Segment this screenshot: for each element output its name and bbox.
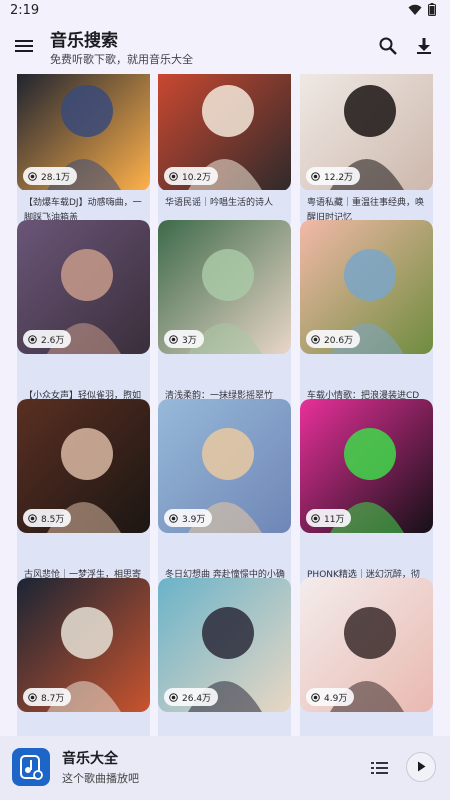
playlist-cover[interactable]: 3.9万	[158, 399, 291, 533]
app-bar: 音乐搜索 免费听歌下歌，就用音乐大全	[0, 22, 450, 74]
play-count: 20.6万	[324, 335, 354, 346]
playlist-card[interactable]: 12.2万 粤语私藏｜重温往事经典，唤醒旧时记忆	[300, 74, 433, 231]
play-count-icon	[28, 692, 37, 702]
status-icons	[408, 3, 436, 16]
play-count-badge: 2.6万	[23, 330, 72, 348]
playlist-card[interactable]: 8.7万欧美R&B｜坐拥晚霞听浪漫回声	[17, 578, 150, 736]
play-count: 12.2万	[324, 172, 354, 183]
play-count-icon	[311, 334, 320, 344]
mini-player[interactable]: 音乐大全 这个歌曲播放吧	[0, 736, 450, 800]
playlist-card[interactable]: 20.6万车载小情歌：把浪漫装进CD里	[300, 220, 433, 424]
status-bar: 2:19	[0, 0, 450, 22]
play-count-icon	[169, 692, 178, 702]
playlist-cover[interactable]: 11万	[300, 399, 433, 533]
play-count: 11万	[324, 514, 345, 525]
play-count-icon	[169, 171, 178, 181]
download-icon[interactable]	[414, 36, 434, 56]
page-title: 音乐搜索	[50, 31, 118, 51]
playlist-title: 华语民谣｜吟唱生活的诗人	[165, 198, 274, 208]
playlist-cover[interactable]: 8.5万	[17, 399, 150, 533]
playlist-card[interactable]: 26.4万网络热梗大盘点	[158, 578, 291, 736]
play-icon	[418, 761, 426, 772]
status-time: 2:19	[10, 3, 40, 18]
play-count-badge: 10.2万	[164, 167, 219, 185]
playlist-cover[interactable]: 4.9万	[300, 578, 433, 712]
player-title: 音乐大全	[62, 751, 118, 767]
play-count: 10.2万	[182, 172, 212, 183]
play-count: 2.6万	[41, 335, 65, 346]
play-count-badge: 3万	[164, 330, 204, 348]
play-count-badge: 3.9万	[164, 509, 213, 527]
playlist-card[interactable]: 11万PHONK精选｜迷幻沉醉，彻底疯狂	[300, 399, 433, 603]
play-count: 8.7万	[41, 693, 65, 704]
playlist-card[interactable]: 10.2万华语民谣｜吟唱生活的诗人	[158, 74, 291, 231]
play-count-icon	[169, 513, 178, 523]
playlist-cover[interactable]: 26.4万	[158, 578, 291, 712]
play-count-badge: 8.5万	[23, 509, 72, 527]
battery-icon	[428, 3, 436, 16]
search-icon[interactable]	[378, 36, 398, 56]
wifi-icon	[408, 4, 422, 15]
music-note-icon	[20, 755, 43, 780]
play-count-icon	[28, 513, 37, 523]
playlist-card[interactable]: 4.9万贯彻快乐至上！元气情歌撒退烦躁	[300, 578, 433, 736]
playlist-cover[interactable]: 3万	[158, 220, 291, 354]
play-count-icon	[28, 171, 37, 181]
playlist-icon[interactable]	[370, 758, 390, 778]
playlist-cover[interactable]: 2.6万	[17, 220, 150, 354]
play-count: 3.9万	[182, 514, 206, 525]
play-count: 4.9万	[324, 693, 348, 704]
play-count-icon	[311, 692, 320, 702]
menu-icon[interactable]	[14, 36, 34, 56]
playlist-cover[interactable]: 28.1万	[17, 74, 150, 191]
playlist-cover[interactable]: 8.7万	[17, 578, 150, 712]
play-count-icon	[311, 171, 320, 181]
play-button[interactable]	[406, 752, 436, 782]
playlist-card[interactable]: 2.6万【小众女声】轻似雀羽，煦如日光	[17, 220, 150, 424]
play-count-icon	[169, 334, 178, 344]
playlist-cover[interactable]: 20.6万	[300, 220, 433, 354]
play-count-badge: 4.9万	[306, 688, 355, 706]
play-count-badge: 12.2万	[306, 167, 361, 185]
playlist-card[interactable]: 8.5万古风悲怆｜一梦浮生，相思寄明昭	[17, 399, 150, 603]
play-count-badge: 26.4万	[164, 688, 219, 706]
play-count-badge: 28.1万	[23, 167, 78, 185]
play-count: 28.1万	[41, 172, 71, 183]
play-count: 26.4万	[182, 693, 212, 704]
play-count-badge: 8.7万	[23, 688, 72, 706]
play-count-icon	[311, 513, 320, 523]
play-count: 8.5万	[41, 514, 65, 525]
page-subtitle: 免费听歌下歌，就用音乐大全	[50, 53, 193, 66]
playlist-cover[interactable]: 12.2万	[300, 74, 433, 191]
player-subtitle: 这个歌曲播放吧	[62, 772, 139, 785]
play-count-badge: 20.6万	[306, 330, 361, 348]
playlist-card[interactable]: 3.9万冬日幻想曲 奔赴憧憬中的小确幸	[158, 399, 291, 603]
play-count: 3万	[182, 335, 197, 346]
play-count-icon	[28, 334, 37, 344]
play-count-badge: 11万	[306, 509, 352, 527]
playlist-card[interactable]: 28.1万 【劲爆车载DJ】动感嗨曲，一脚踩飞油箱盖	[17, 74, 150, 231]
player-cover[interactable]	[12, 748, 50, 786]
playlist-cover[interactable]: 10.2万	[158, 74, 291, 191]
playlist-grid: 28.1万 【劲爆车载DJ】动感嗨曲，一脚踩飞油箱盖 10.2万 华语民谣｜吟唱生活的…	[0, 74, 450, 736]
playlist-card[interactable]: 3万 清浅柔韵：一抹绿影摇翠竹	[158, 220, 291, 424]
